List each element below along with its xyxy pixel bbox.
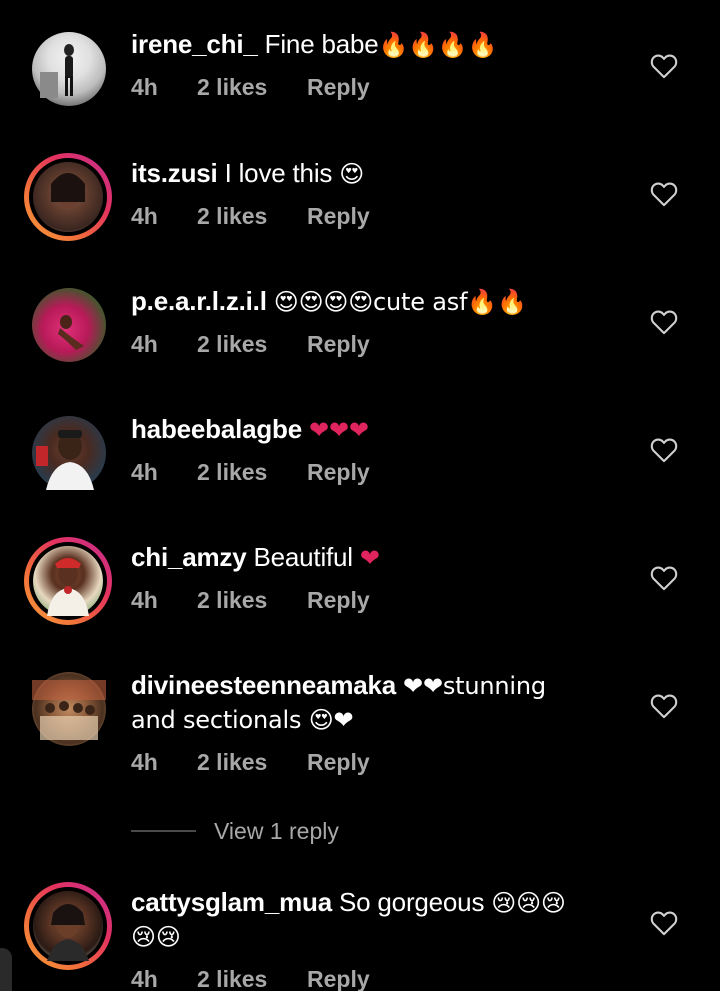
comment-text: 😍😍😍😍cute asf🔥🔥: [273, 288, 527, 316]
comment-likes[interactable]: 2 likes: [197, 203, 307, 230]
avatar-story-ring[interactable]: [24, 882, 112, 970]
comment-time: 4h: [131, 73, 158, 100]
view-replies-label: View 1 reply: [214, 817, 339, 844]
reply-button[interactable]: Reply: [307, 459, 370, 486]
comment-likes[interactable]: 2 likes: [197, 74, 307, 101]
reply-button[interactable]: Reply: [307, 966, 370, 991]
avatar-story-ring[interactable]: [24, 537, 112, 625]
avatar-image: [33, 162, 103, 232]
avatar-image: [33, 546, 103, 616]
comment-text-continued: and sectionals 😍❤: [131, 706, 354, 734]
avatar[interactable]: [32, 416, 106, 490]
comment-time: 4h: [131, 965, 158, 991]
comment-text: Beautiful: [253, 542, 354, 572]
reply-button[interactable]: Reply: [307, 749, 370, 776]
comment-time: 4h: [131, 748, 158, 775]
reply-button[interactable]: Reply: [307, 74, 370, 101]
comment-likes[interactable]: 2 likes: [197, 749, 307, 776]
heart-outline-icon[interactable]: [650, 693, 678, 719]
comment-emoji: ❤❤❤: [309, 416, 369, 444]
reply-button[interactable]: Reply: [307, 587, 370, 614]
comment-username[interactable]: habeebalagbe: [131, 414, 302, 444]
view-replies-button[interactable]: View 1 reply: [131, 816, 339, 846]
comment-likes[interactable]: 2 likes: [197, 966, 307, 991]
heart-outline-icon[interactable]: [650, 181, 678, 207]
heart-outline-icon[interactable]: [650, 910, 678, 936]
comment-username[interactable]: its.zusi: [131, 158, 218, 188]
comment-time: 4h: [131, 586, 158, 613]
heart-outline-icon[interactable]: [650, 309, 678, 335]
comment-username[interactable]: chi_amzy: [131, 542, 247, 572]
comment-text: I love this: [224, 158, 333, 188]
comment-username[interactable]: irene_chi_: [131, 29, 258, 59]
avatar-image: [32, 672, 106, 746]
comment-username[interactable]: cattysglam_mua: [131, 887, 332, 917]
heart-outline-icon[interactable]: [650, 53, 678, 79]
avatar-image: [32, 416, 106, 490]
heart-outline-icon[interactable]: [650, 437, 678, 463]
comment-emoji: 😍: [339, 160, 365, 188]
avatar[interactable]: [32, 288, 106, 362]
avatar-image: [33, 891, 103, 961]
comment-time: 4h: [131, 458, 158, 485]
comment-emoji: ❤: [359, 544, 380, 572]
comment-username[interactable]: divineesteenneamaka: [131, 670, 396, 700]
avatar-story-ring[interactable]: [24, 153, 112, 241]
comment-emoji: 🔥🔥🔥🔥: [378, 31, 498, 59]
comment-likes[interactable]: 2 likes: [197, 331, 307, 358]
scroll-edge-indicator: [0, 948, 12, 991]
avatar[interactable]: [32, 32, 106, 106]
comment-text: Fine babe: [264, 29, 379, 59]
person-silhouette-icon: [40, 44, 74, 98]
comment-likes[interactable]: 2 likes: [197, 587, 307, 614]
comment-text: So gorgeous: [339, 887, 485, 917]
heart-outline-icon[interactable]: [650, 565, 678, 591]
comment-text-continued: 😢😢: [131, 923, 181, 951]
comment-likes[interactable]: 2 likes: [197, 459, 307, 486]
avatar[interactable]: [32, 672, 106, 746]
comment-time: 4h: [131, 202, 158, 229]
reply-button[interactable]: Reply: [307, 203, 370, 230]
comment-username[interactable]: p.e.a.r.l.z.i.l: [131, 286, 267, 316]
comment-time: 4h: [131, 330, 158, 357]
reply-thread-line: [131, 830, 196, 832]
reply-button[interactable]: Reply: [307, 331, 370, 358]
comment-emoji: 😢😢😢: [491, 889, 566, 917]
avatar-image: [32, 288, 106, 362]
avatar-image: [32, 32, 106, 106]
comments-screen: irene_chi_ Fine babe🔥🔥🔥🔥 4h 2 likes Repl…: [0, 0, 720, 991]
comment-text: ❤❤stunning: [403, 672, 546, 700]
